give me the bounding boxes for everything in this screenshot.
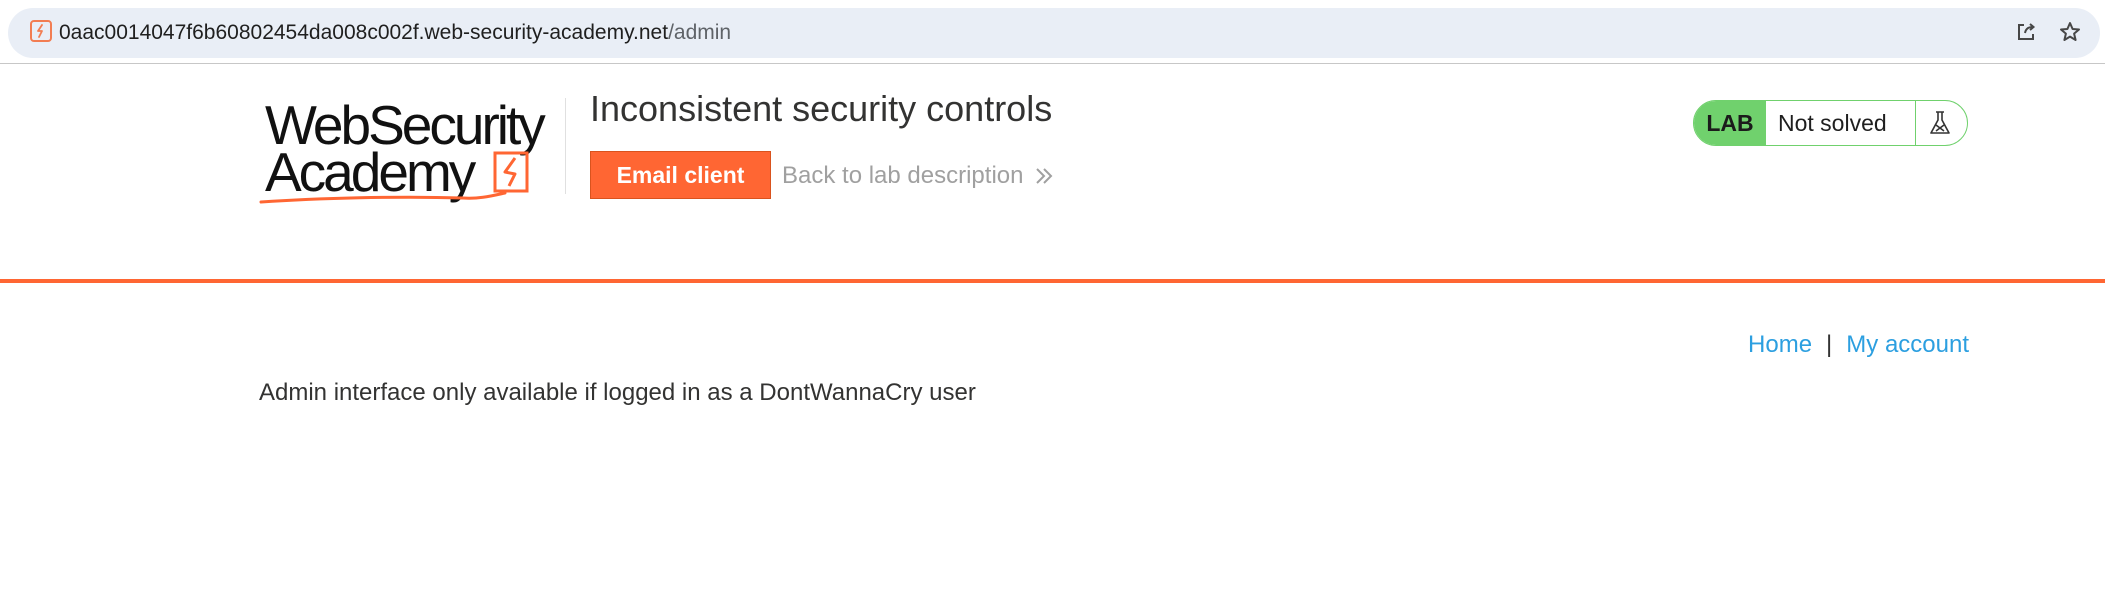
header-orange-rule [0,279,2105,283]
url-path: /admin [668,21,732,44]
share-icon[interactable] [2014,20,2038,44]
web-security-academy-logo[interactable]: WebSecurity Academy [259,92,559,210]
email-client-button[interactable]: Email client [590,151,771,199]
bookmark-star-icon[interactable] [2058,20,2082,44]
lab-status-text: Not solved [1778,110,1887,136]
lab-tag: LAB [1694,101,1766,145]
double-chevron-right-icon[interactable] [1033,164,1057,188]
lab-status-separator [1915,101,1916,145]
url-text[interactable]: 0aac0014047f6b60802454da008c002f.web-sec… [59,20,731,46]
my-account-link[interactable]: My account [1846,331,1969,358]
browser-toolbar: 0aac0014047f6b60802454da008c002f.web-sec… [0,0,2105,64]
lab-status-widget: LAB Not solved [1693,100,1968,146]
url-host: 0aac0014047f6b60802454da008c002f.web-sec… [59,21,669,44]
lab-title: Inconsistent security controls [590,88,1053,129]
nav-separator: | [1826,331,1833,358]
address-bar[interactable]: 0aac0014047f6b60802454da008c002f.web-sec… [8,8,2100,58]
admin-message: Admin interface only available if logged… [259,379,976,406]
back-to-lab-description-link[interactable]: Back to lab description [782,161,1023,191]
top-nav: Home | My account [1748,330,1969,360]
header-divider [565,98,566,194]
flask-icon [1926,109,1954,137]
site-favicon-icon[interactable] [30,20,52,42]
logo-mark-icon [259,151,529,204]
home-link[interactable]: Home [1748,331,1812,358]
